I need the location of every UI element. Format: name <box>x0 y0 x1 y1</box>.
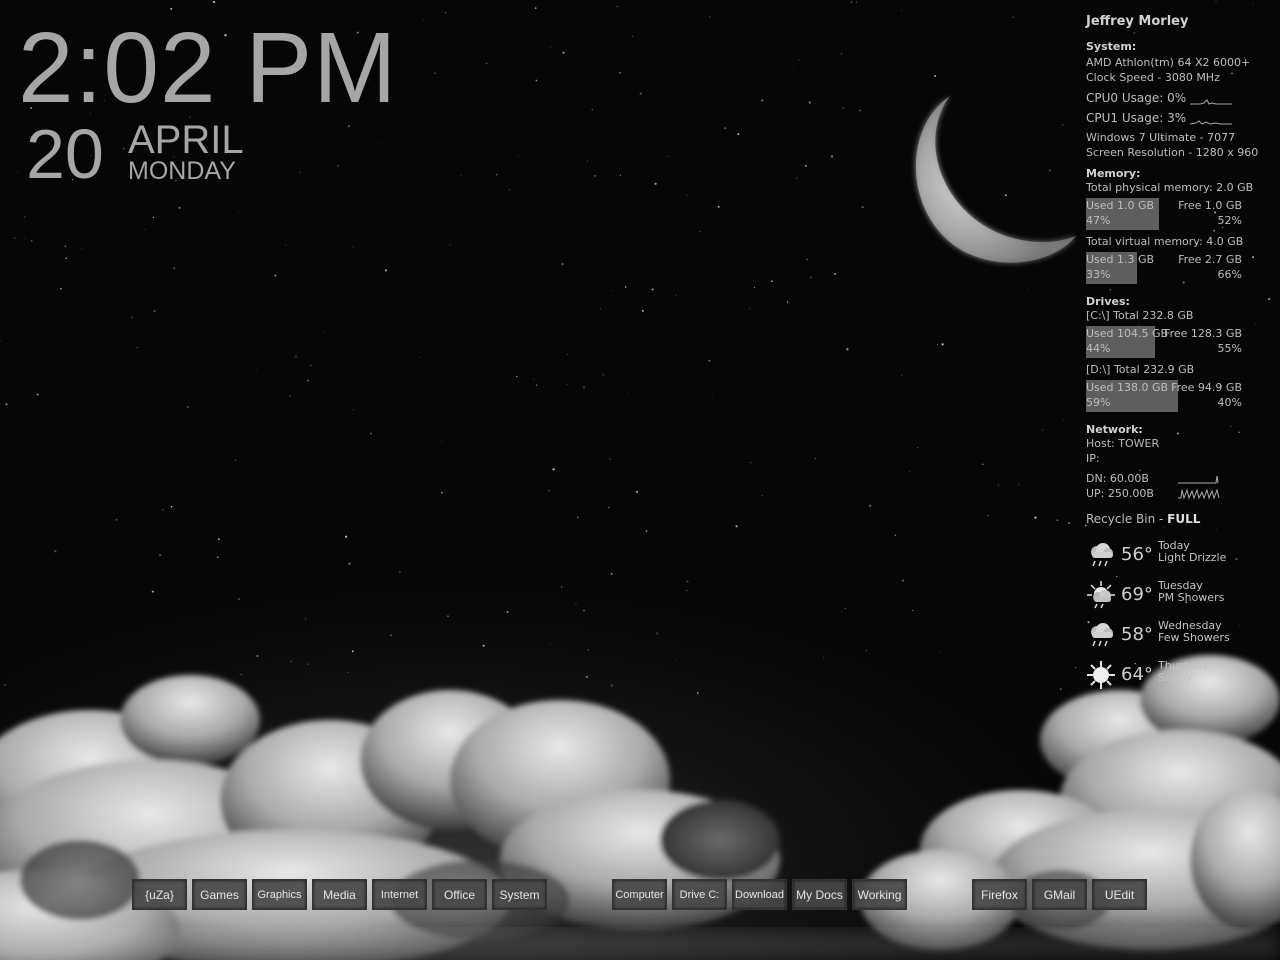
launcher-button-media[interactable]: Media <box>312 879 367 910</box>
clock-speed: Clock Speed - 3080 MHz <box>1086 71 1220 84</box>
weather-condition: Few Showers <box>1158 631 1230 644</box>
clock-day: 20 <box>26 115 104 193</box>
launcher-button-uza[interactable]: {uZa} <box>132 879 187 910</box>
launcher-button-download[interactable]: Download <box>732 879 787 910</box>
rain-cloud-icon <box>1091 623 1113 647</box>
drive-c-free-pct: 55% <box>1217 342 1242 355</box>
download-graph <box>1178 475 1219 484</box>
launcher-button-drive-c[interactable]: Drive C: <box>672 879 727 910</box>
physical-free-pct: 52% <box>1217 214 1242 227</box>
weather-temp: 64° <box>1121 664 1153 685</box>
cpu0-graph <box>1190 99 1232 105</box>
virtual-used: Used 1.3 GB <box>1086 253 1155 266</box>
drive-d-free-pct: 40% <box>1217 396 1242 409</box>
launcher-button-graphics[interactable]: Graphics <box>252 879 307 910</box>
launcher-button-working[interactable]: Working <box>852 879 907 910</box>
weather-forecast-item: 56° Today Light Drizzle <box>1086 540 1246 578</box>
recycle-bin-state: FULL <box>1167 512 1201 526</box>
drive-c-used-pct: 44% <box>1086 342 1111 355</box>
drive-d-free: Free 94.9 GB <box>1171 381 1242 394</box>
drive-c-total: [C:\] Total 232.8 GB <box>1086 309 1194 322</box>
cpu1-usage: CPU1 Usage: 3% <box>1086 111 1187 125</box>
drive-d-used-pct: 59% <box>1086 396 1111 409</box>
drive-d-total: [D:\] Total 232.9 GB <box>1086 363 1195 376</box>
weather-condition: Light Drizzle <box>1158 551 1227 564</box>
virtual-memory-total: Total virtual memory: 4.0 GB <box>1086 235 1244 248</box>
weather-forecast-item: 58° Wednesday Few Showers <box>1086 620 1246 658</box>
recycle-bin-status[interactable]: Recycle Bin - FULL <box>1086 512 1200 527</box>
launcher-button-internet[interactable]: Internet <box>372 879 427 910</box>
launcher-button-system[interactable]: System <box>492 879 547 910</box>
launcher-button-my-docs[interactable]: My Docs <box>792 879 847 910</box>
clock-time: 2:02 PM <box>18 12 398 124</box>
launcher-button-games[interactable]: Games <box>192 879 247 910</box>
network-ip: IP: <box>1086 452 1100 465</box>
clock-weekday: MONDAY <box>128 157 236 185</box>
physical-memory-bar: Used 1.0 GB 47% Free 1.0 GB 52% <box>1086 198 1242 230</box>
drives-header: Drives: <box>1086 295 1130 308</box>
virtual-free: Free 2.7 GB <box>1178 253 1242 266</box>
virtual-used-pct: 33% <box>1086 268 1111 281</box>
os-version: Windows 7 Ultimate - 7077 <box>1086 131 1236 144</box>
physical-used-pct: 47% <box>1086 214 1111 227</box>
launcher-button-firefox[interactable]: Firefox <box>972 879 1027 910</box>
memory-header: Memory: <box>1086 167 1141 180</box>
system-header: System: <box>1086 40 1137 53</box>
launcher-button-computer[interactable]: Computer <box>612 879 667 910</box>
weather-temp: 58° <box>1121 624 1153 645</box>
network-down: DN: 60.00B <box>1086 472 1149 485</box>
drive-c-bar: Used 104.5 GB 44% Free 128.3 GB 55% <box>1086 326 1242 358</box>
cpu0-usage: CPU0 Usage: 0% <box>1086 91 1187 105</box>
virtual-memory-bar: Used 1.3 GB 33% Free 2.7 GB 66% <box>1086 252 1242 284</box>
upload-graph <box>1178 488 1220 500</box>
screen-resolution: Screen Resolution - 1280 x 960 <box>1086 146 1259 159</box>
launcher-button-uedit[interactable]: UEdit <box>1092 879 1147 910</box>
sun-rain-icon <box>1087 581 1115 609</box>
weather-forecast-item: 64° Thursday Sunny <box>1086 660 1246 698</box>
physical-used: Used 1.0 GB <box>1086 199 1155 212</box>
user-name: Jeffrey Morley <box>1086 14 1189 29</box>
network-header: Network: <box>1086 423 1143 436</box>
network-host: Host: TOWER <box>1086 437 1160 450</box>
cpu-name: AMD Athlon(tm) 64 X2 6000+ <box>1086 56 1251 69</box>
weather-temp: 56° <box>1121 544 1153 565</box>
weather-condition: Sunny <box>1158 671 1193 684</box>
launcher-button-office[interactable]: Office <box>432 879 487 910</box>
drive-d-bar: Used 138.0 GB 59% Free 94.9 GB 40% <box>1086 380 1242 412</box>
cpu1-graph <box>1190 120 1232 125</box>
drive-d-used: Used 138.0 GB <box>1086 381 1169 394</box>
weather-temp: 69° <box>1121 584 1153 605</box>
recycle-bin-label: Recycle Bin - <box>1086 512 1168 526</box>
weather-condition: PM Showers <box>1158 591 1225 604</box>
rain-cloud-icon <box>1091 543 1113 567</box>
weather-forecast-item: 69° Tuesday PM Showers <box>1086 580 1246 618</box>
physical-free: Free 1.0 GB <box>1178 199 1242 212</box>
drive-c-free: Free 128.3 GB <box>1164 327 1242 340</box>
launcher-button-gmail[interactable]: GMail <box>1032 879 1087 910</box>
drive-c-used: Used 104.5 GB <box>1086 327 1169 340</box>
network-up: UP: 250.00B <box>1086 487 1154 500</box>
physical-memory-total: Total physical memory: 2.0 GB <box>1086 181 1254 194</box>
virtual-free-pct: 66% <box>1217 268 1242 281</box>
sun-icon <box>1087 661 1115 689</box>
